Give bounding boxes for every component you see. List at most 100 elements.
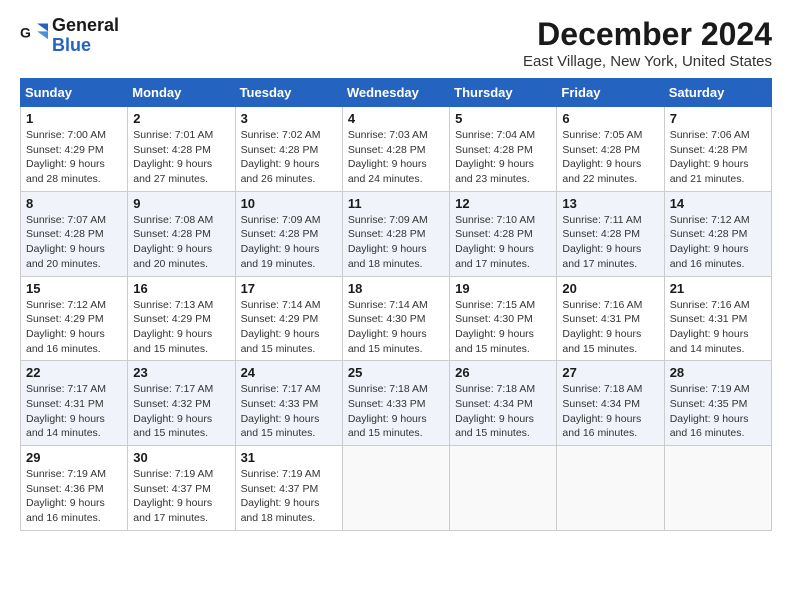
table-row: 26 Sunrise: 7:18 AM Sunset: 4:34 PM Dayl… <box>450 361 557 446</box>
calendar-week-1: 1 Sunrise: 7:00 AM Sunset: 4:29 PM Dayli… <box>21 107 772 192</box>
day-number: 11 <box>348 196 444 211</box>
day-number: 29 <box>26 450 122 465</box>
calendar-week-5: 29 Sunrise: 7:19 AM Sunset: 4:36 PM Dayl… <box>21 446 772 531</box>
day-number: 22 <box>26 365 122 380</box>
day-number: 24 <box>241 365 337 380</box>
table-row <box>664 446 771 531</box>
col-friday: Friday <box>557 79 664 107</box>
day-info: Sunrise: 7:11 AM Sunset: 4:28 PM Dayligh… <box>562 213 658 272</box>
day-number: 9 <box>133 196 229 211</box>
svg-text:G: G <box>20 24 31 40</box>
day-info: Sunrise: 7:07 AM Sunset: 4:28 PM Dayligh… <box>26 213 122 272</box>
day-info: Sunrise: 7:19 AM Sunset: 4:35 PM Dayligh… <box>670 382 766 441</box>
table-row: 11 Sunrise: 7:09 AM Sunset: 4:28 PM Dayl… <box>342 191 449 276</box>
day-info: Sunrise: 7:01 AM Sunset: 4:28 PM Dayligh… <box>133 128 229 187</box>
calendar-week-2: 8 Sunrise: 7:07 AM Sunset: 4:28 PM Dayli… <box>21 191 772 276</box>
day-number: 26 <box>455 365 551 380</box>
day-info: Sunrise: 7:18 AM Sunset: 4:33 PM Dayligh… <box>348 382 444 441</box>
day-info: Sunrise: 7:04 AM Sunset: 4:28 PM Dayligh… <box>455 128 551 187</box>
day-number: 13 <box>562 196 658 211</box>
day-info: Sunrise: 7:05 AM Sunset: 4:28 PM Dayligh… <box>562 128 658 187</box>
day-info: Sunrise: 7:14 AM Sunset: 4:30 PM Dayligh… <box>348 298 444 357</box>
title-area: December 2024 East Village, New York, Un… <box>523 16 772 70</box>
calendar-week-4: 22 Sunrise: 7:17 AM Sunset: 4:31 PM Dayl… <box>21 361 772 446</box>
table-row: 14 Sunrise: 7:12 AM Sunset: 4:28 PM Dayl… <box>664 191 771 276</box>
page-title: December 2024 <box>523 16 772 53</box>
day-info: Sunrise: 7:19 AM Sunset: 4:37 PM Dayligh… <box>133 467 229 526</box>
table-row: 16 Sunrise: 7:13 AM Sunset: 4:29 PM Dayl… <box>128 276 235 361</box>
day-info: Sunrise: 7:00 AM Sunset: 4:29 PM Dayligh… <box>26 128 122 187</box>
day-info: Sunrise: 7:09 AM Sunset: 4:28 PM Dayligh… <box>348 213 444 272</box>
day-number: 20 <box>562 281 658 296</box>
day-number: 5 <box>455 111 551 126</box>
calendar-header: Sunday Monday Tuesday Wednesday Thursday… <box>21 79 772 107</box>
table-row: 31 Sunrise: 7:19 AM Sunset: 4:37 PM Dayl… <box>235 446 342 531</box>
day-info: Sunrise: 7:02 AM Sunset: 4:28 PM Dayligh… <box>241 128 337 187</box>
day-number: 30 <box>133 450 229 465</box>
day-number: 2 <box>133 111 229 126</box>
table-row: 2 Sunrise: 7:01 AM Sunset: 4:28 PM Dayli… <box>128 107 235 192</box>
table-row: 8 Sunrise: 7:07 AM Sunset: 4:28 PM Dayli… <box>21 191 128 276</box>
day-info: Sunrise: 7:17 AM Sunset: 4:33 PM Dayligh… <box>241 382 337 441</box>
day-number: 8 <box>26 196 122 211</box>
header-row: Sunday Monday Tuesday Wednesday Thursday… <box>21 79 772 107</box>
table-row: 9 Sunrise: 7:08 AM Sunset: 4:28 PM Dayli… <box>128 191 235 276</box>
table-row: 5 Sunrise: 7:04 AM Sunset: 4:28 PM Dayli… <box>450 107 557 192</box>
day-info: Sunrise: 7:09 AM Sunset: 4:28 PM Dayligh… <box>241 213 337 272</box>
logo-icon: G <box>20 22 48 50</box>
day-info: Sunrise: 7:06 AM Sunset: 4:28 PM Dayligh… <box>670 128 766 187</box>
day-info: Sunrise: 7:18 AM Sunset: 4:34 PM Dayligh… <box>455 382 551 441</box>
calendar-table: Sunday Monday Tuesday Wednesday Thursday… <box>20 78 772 531</box>
table-row: 22 Sunrise: 7:17 AM Sunset: 4:31 PM Dayl… <box>21 361 128 446</box>
day-number: 7 <box>670 111 766 126</box>
table-row: 17 Sunrise: 7:14 AM Sunset: 4:29 PM Dayl… <box>235 276 342 361</box>
day-number: 23 <box>133 365 229 380</box>
table-row: 15 Sunrise: 7:12 AM Sunset: 4:29 PM Dayl… <box>21 276 128 361</box>
day-info: Sunrise: 7:16 AM Sunset: 4:31 PM Dayligh… <box>562 298 658 357</box>
day-number: 15 <box>26 281 122 296</box>
calendar-week-3: 15 Sunrise: 7:12 AM Sunset: 4:29 PM Dayl… <box>21 276 772 361</box>
table-row: 12 Sunrise: 7:10 AM Sunset: 4:28 PM Dayl… <box>450 191 557 276</box>
table-row: 10 Sunrise: 7:09 AM Sunset: 4:28 PM Dayl… <box>235 191 342 276</box>
table-row: 4 Sunrise: 7:03 AM Sunset: 4:28 PM Dayli… <box>342 107 449 192</box>
table-row: 23 Sunrise: 7:17 AM Sunset: 4:32 PM Dayl… <box>128 361 235 446</box>
table-row: 1 Sunrise: 7:00 AM Sunset: 4:29 PM Dayli… <box>21 107 128 192</box>
table-row: 18 Sunrise: 7:14 AM Sunset: 4:30 PM Dayl… <box>342 276 449 361</box>
day-number: 17 <box>241 281 337 296</box>
page-subtitle: East Village, New York, United States <box>523 53 772 70</box>
day-info: Sunrise: 7:12 AM Sunset: 4:28 PM Dayligh… <box>670 213 766 272</box>
table-row: 7 Sunrise: 7:06 AM Sunset: 4:28 PM Dayli… <box>664 107 771 192</box>
table-row: 19 Sunrise: 7:15 AM Sunset: 4:30 PM Dayl… <box>450 276 557 361</box>
day-info: Sunrise: 7:19 AM Sunset: 4:36 PM Dayligh… <box>26 467 122 526</box>
day-number: 3 <box>241 111 337 126</box>
day-number: 25 <box>348 365 444 380</box>
day-info: Sunrise: 7:03 AM Sunset: 4:28 PM Dayligh… <box>348 128 444 187</box>
day-number: 19 <box>455 281 551 296</box>
day-info: Sunrise: 7:17 AM Sunset: 4:31 PM Dayligh… <box>26 382 122 441</box>
day-number: 16 <box>133 281 229 296</box>
day-number: 14 <box>670 196 766 211</box>
day-number: 6 <box>562 111 658 126</box>
table-row <box>557 446 664 531</box>
day-number: 31 <box>241 450 337 465</box>
day-number: 4 <box>348 111 444 126</box>
day-number: 12 <box>455 196 551 211</box>
col-saturday: Saturday <box>664 79 771 107</box>
day-number: 10 <box>241 196 337 211</box>
day-info: Sunrise: 7:15 AM Sunset: 4:30 PM Dayligh… <box>455 298 551 357</box>
day-info: Sunrise: 7:13 AM Sunset: 4:29 PM Dayligh… <box>133 298 229 357</box>
table-row: 24 Sunrise: 7:17 AM Sunset: 4:33 PM Dayl… <box>235 361 342 446</box>
day-number: 28 <box>670 365 766 380</box>
day-number: 18 <box>348 281 444 296</box>
table-row: 20 Sunrise: 7:16 AM Sunset: 4:31 PM Dayl… <box>557 276 664 361</box>
calendar-body: 1 Sunrise: 7:00 AM Sunset: 4:29 PM Dayli… <box>21 107 772 531</box>
day-info: Sunrise: 7:19 AM Sunset: 4:37 PM Dayligh… <box>241 467 337 526</box>
day-number: 21 <box>670 281 766 296</box>
table-row: 25 Sunrise: 7:18 AM Sunset: 4:33 PM Dayl… <box>342 361 449 446</box>
day-info: Sunrise: 7:12 AM Sunset: 4:29 PM Dayligh… <box>26 298 122 357</box>
logo: G GeneralBlue <box>20 16 119 56</box>
table-row: 21 Sunrise: 7:16 AM Sunset: 4:31 PM Dayl… <box>664 276 771 361</box>
table-row: 29 Sunrise: 7:19 AM Sunset: 4:36 PM Dayl… <box>21 446 128 531</box>
table-row: 6 Sunrise: 7:05 AM Sunset: 4:28 PM Dayli… <box>557 107 664 192</box>
day-info: Sunrise: 7:17 AM Sunset: 4:32 PM Dayligh… <box>133 382 229 441</box>
